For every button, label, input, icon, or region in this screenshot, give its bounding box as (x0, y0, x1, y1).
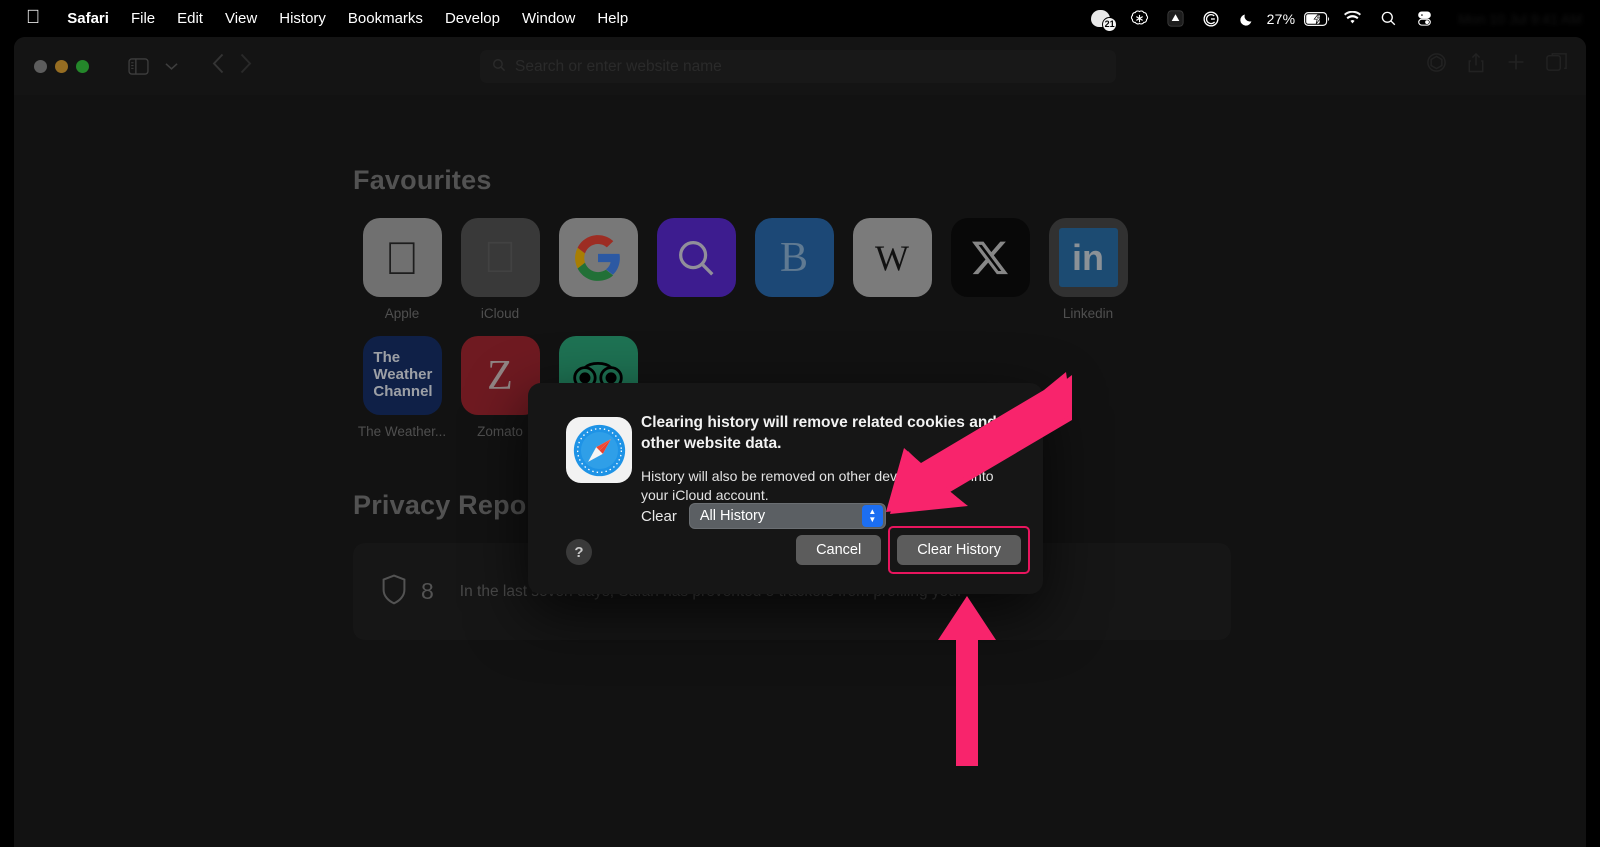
spotlight-search-icon[interactable] (1372, 6, 1405, 32)
menu-item-view[interactable]: View (214, 10, 268, 27)
highlight-ring (888, 526, 1030, 574)
notification-badge-count: 21 (1102, 16, 1118, 32)
chevron-up-down-icon[interactable]: ▲ ▼ (861, 505, 883, 527)
battery-charging-icon[interactable] (1301, 6, 1333, 32)
menu-bar-datetime[interactable]: Mon 10 Jul 9:41 AM (1444, 11, 1582, 27)
wifi-icon[interactable] (1336, 6, 1369, 32)
apple-logo-icon[interactable]:  (26, 8, 40, 27)
dialog-subtitle: History will also be removed on other de… (641, 467, 994, 503)
safari-compass-icon (566, 417, 632, 483)
menu-bar-status-area: 21 27% Mon 10 Jul 9:41 AM (1087, 6, 1586, 32)
clear-scope-select[interactable]: All History ▲ ▼ (688, 503, 886, 529)
screen:  Safari File Edit View History Bookmark… (0, 0, 1600, 847)
help-button[interactable]: ? (566, 539, 592, 565)
clear-history-dialog: Clearing history will remove related coo… (528, 383, 1043, 594)
dialog-title: Clearing history will remove related coo… (641, 414, 997, 452)
dialog-actions: Cancel Clear History (796, 526, 1030, 574)
drive-icon[interactable] (1159, 6, 1192, 32)
menu-item-safari[interactable]: Safari (56, 10, 120, 27)
control-center-icon[interactable] (1408, 6, 1441, 32)
notification-badge-icon[interactable]: 21 (1087, 6, 1120, 32)
clear-scope-row: Clear All History ▲ ▼ (641, 503, 886, 529)
menu-item-develop[interactable]: Develop (434, 10, 511, 27)
clear-scope-value: All History (699, 508, 766, 524)
macos-menu-bar:  Safari File Edit View History Bookmark… (0, 0, 1600, 37)
chatgpt-icon[interactable] (1123, 6, 1156, 32)
grammarly-icon[interactable] (1195, 6, 1228, 32)
cancel-button[interactable]: Cancel (796, 535, 882, 565)
menu-item-file[interactable]: File (120, 10, 166, 27)
clear-history-button-wrapper: Clear History (888, 526, 1030, 574)
clear-label: Clear (641, 507, 677, 525)
dialog-text-block: Clearing history will remove related coo… (641, 413, 1019, 505)
menu-bar-left:  Safari File Edit View History Bookmark… (14, 8, 639, 30)
menu-item-window[interactable]: Window (511, 10, 586, 27)
menu-item-bookmarks[interactable]: Bookmarks (337, 10, 434, 27)
battery-percent-label: 27% (1266, 10, 1296, 27)
menu-item-history[interactable]: History (268, 10, 337, 27)
menu-item-help[interactable]: Help (586, 10, 639, 27)
menu-item-edit[interactable]: Edit (166, 10, 214, 27)
moon-icon[interactable] (1231, 6, 1264, 32)
